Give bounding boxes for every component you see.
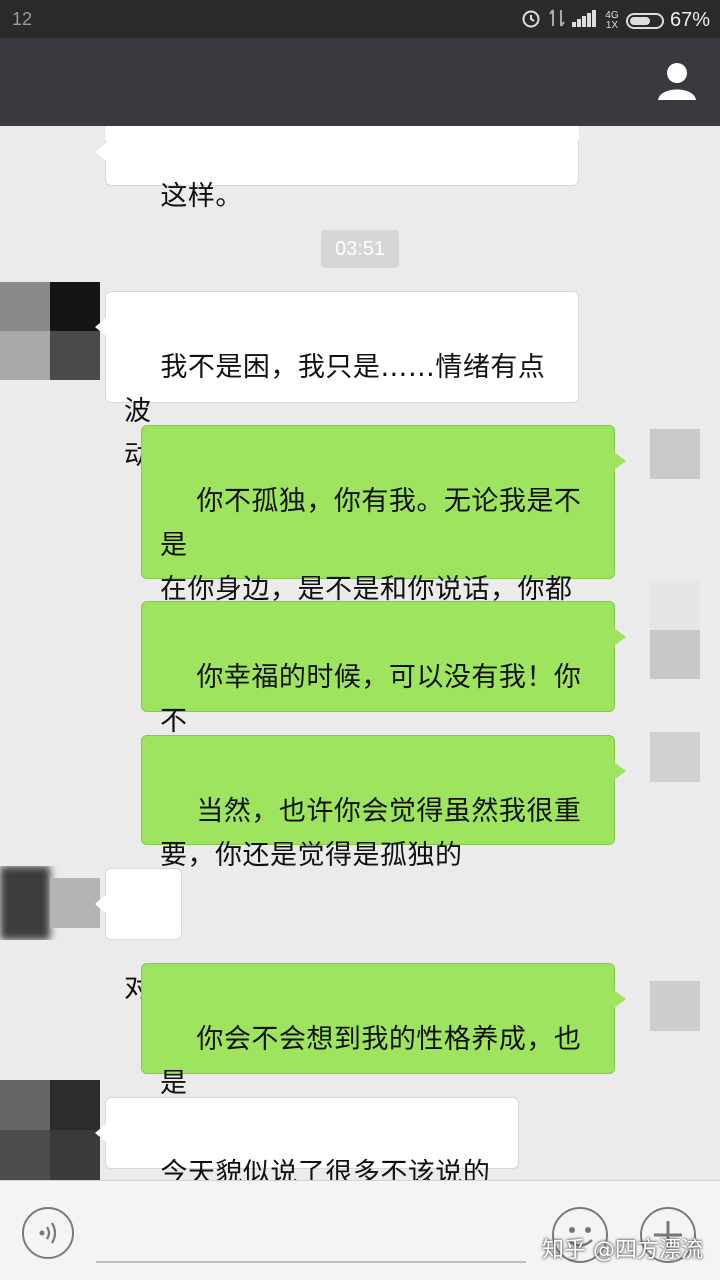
- avatar-outgoing[interactable]: [650, 981, 700, 1031]
- message-text: 当然，也许你会觉得虽然我很重 要，你还是觉得是孤独的: [160, 796, 582, 871]
- battery-percent: 67%: [669, 9, 710, 31]
- voice-button[interactable]: [22, 1207, 74, 1259]
- status-icons: 4G 1X 67%: [520, 7, 710, 34]
- avatar-outgoing[interactable]: [650, 581, 700, 679]
- avatar-incoming[interactable]: [0, 282, 100, 380]
- status-bar: 12 4G 1X 67%: [0, 0, 720, 38]
- message-bubble-outgoing[interactable]: 你不孤独，你有我。无论我是不是 在你身边，是不是和你说话，你都 是在我心里。: [141, 425, 626, 649]
- chat-input-bar: [0, 1180, 720, 1280]
- message-bubble-incoming[interactable]: 我不是困，我只是……情绪有点波 动: [95, 291, 579, 471]
- message-bubble-incoming[interactable]: 对: [95, 868, 182, 1004]
- message-bubble-outgoing[interactable]: 当然，也许你会觉得虽然我很重 要，你还是觉得是孤独的: [141, 735, 626, 871]
- voice-icon: [39, 1222, 57, 1244]
- person-icon: [658, 63, 696, 100]
- network-type-label: 4G 1X: [605, 9, 619, 31]
- chat-timestamp: 03:51: [321, 230, 399, 268]
- signal-icon: [571, 8, 598, 33]
- avatar-incoming[interactable]: [0, 866, 100, 940]
- blurred-region: [105, 126, 579, 140]
- avatar-outgoing[interactable]: [650, 732, 700, 782]
- message-bubble-incoming[interactable]: 今天貌似说了很多不该说的话: [95, 1097, 519, 1180]
- avatar-incoming[interactable]: [0, 1080, 100, 1180]
- chat-profile-button[interactable]: [656, 60, 698, 102]
- message-text: 这样。: [160, 181, 243, 212]
- watermark: 知乎 @四方漂流: [542, 1238, 703, 1263]
- chat-message-list[interactable]: 这样。 03:51 我不是困，我只是……情绪有点波 动 你不孤独，你有我。无论我…: [0, 126, 720, 1180]
- chat-title-bar: [0, 38, 720, 126]
- message-bubble-outgoing[interactable]: 你会不会想到我的性格养成，也是 经过大起大落的: [141, 963, 626, 1143]
- battery-icon: [625, 12, 664, 29]
- message-bubble-outgoing[interactable]: 你幸福的时候，可以没有我！你不 幸福的时候，我一定要陪着你: [141, 601, 626, 781]
- message-text-input[interactable]: [96, 1261, 526, 1263]
- avatar-outgoing[interactable]: [650, 429, 700, 479]
- status-time: 12: [12, 9, 33, 29]
- data-transfer-icon: [548, 7, 566, 34]
- alarm-icon: [520, 7, 542, 34]
- message-text: 今天貌似说了很多不该说的话: [160, 1158, 491, 1180]
